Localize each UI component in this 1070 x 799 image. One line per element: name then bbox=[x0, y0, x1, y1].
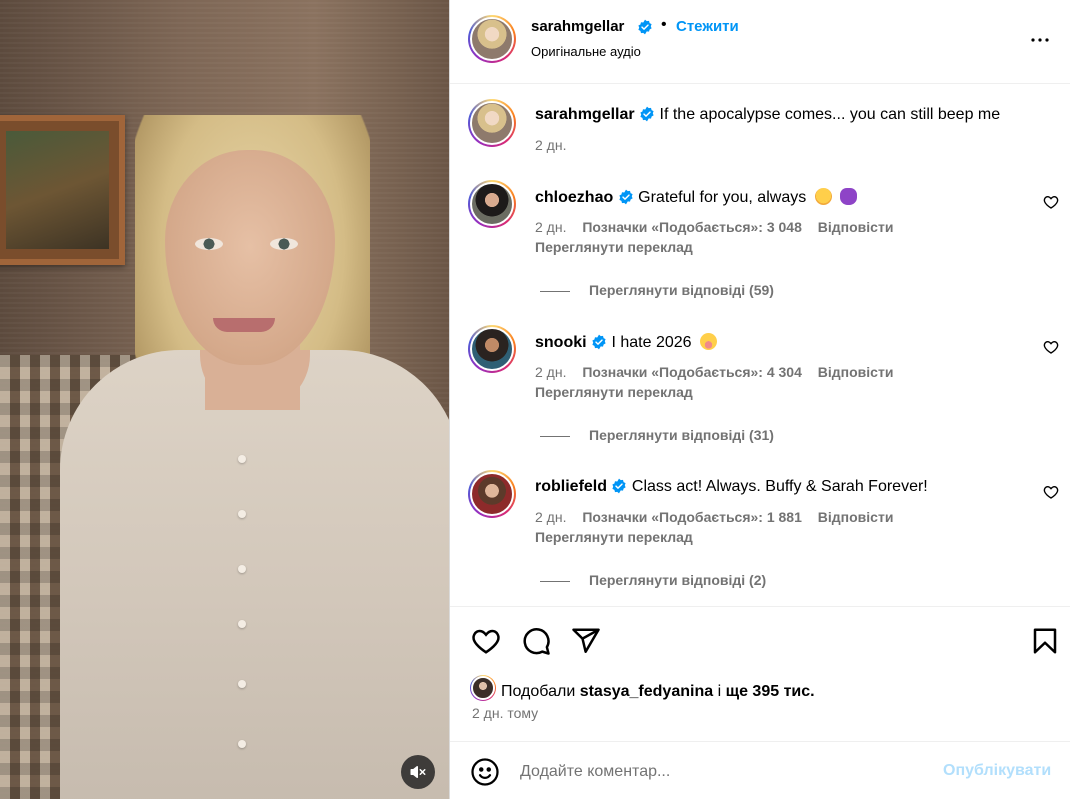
mute-button[interactable] bbox=[401, 755, 435, 789]
comment-likes-count[interactable]: Позначки «Подобається»: 4 304 bbox=[582, 364, 802, 380]
see-translation-link[interactable]: Переглянути переклад bbox=[535, 239, 693, 255]
comment-body: Grateful for you, always bbox=[638, 189, 807, 206]
reply-button[interactable]: Відповісти bbox=[818, 364, 894, 380]
face-holding-back-tears-emoji bbox=[814, 188, 832, 205]
purple-bear-emoji bbox=[840, 188, 858, 205]
likes-others-link[interactable]: ще 395 тис. bbox=[726, 683, 815, 700]
original-audio-link[interactable]: Оригінальне аудіо bbox=[531, 44, 641, 59]
wall-painting bbox=[0, 115, 125, 265]
follow-button[interactable]: Стежити bbox=[676, 18, 739, 35]
comment-input[interactable] bbox=[520, 758, 920, 786]
cardigan-button bbox=[238, 680, 246, 688]
comment-meta: 2 дн. Позначки «Подобається»: 4 304 Відп… bbox=[535, 364, 905, 380]
separator-dot: • bbox=[661, 16, 667, 33]
heart-icon[interactable] bbox=[1043, 194, 1059, 210]
post-media-video[interactable] bbox=[0, 0, 449, 799]
commenter-avatar[interactable] bbox=[468, 180, 516, 228]
comment-meta: 2 дн. Позначки «Подобається»: 3 048 Відп… bbox=[535, 219, 905, 235]
comment-text: chloezhao Grateful for you, always bbox=[535, 188, 858, 207]
verified-badge-icon bbox=[612, 478, 627, 494]
comment-likes-count[interactable]: Позначки «Подобається»: 1 881 bbox=[582, 509, 802, 525]
person-eye-right bbox=[270, 238, 298, 250]
comments-list[interactable]: sarahmgellar If the apocalypse comes... … bbox=[450, 85, 1070, 605]
post-date[interactable]: 2 дн. тому bbox=[472, 705, 538, 721]
cardigan-button bbox=[238, 510, 246, 518]
add-comment-bar: Опублікувати bbox=[450, 741, 1070, 799]
cardigan-button bbox=[238, 740, 246, 748]
comment-body: I hate 2026 bbox=[611, 334, 692, 351]
comment-meta: 2 дн. Позначки «Подобається»: 1 881 Відп… bbox=[535, 509, 905, 525]
mute-icon bbox=[410, 766, 426, 778]
heart-icon[interactable] bbox=[1043, 484, 1059, 500]
view-replies-link[interactable]: Переглянути відповіді (59) bbox=[540, 282, 774, 298]
flushed-face-emoji bbox=[700, 333, 717, 350]
cardigan-button bbox=[238, 565, 246, 573]
view-replies-link[interactable]: Переглянути відповіді (2) bbox=[540, 572, 766, 588]
comment-username[interactable]: snooki bbox=[535, 334, 587, 351]
view-replies-link[interactable]: Переглянути відповіді (31) bbox=[540, 427, 774, 443]
person-eye-left bbox=[195, 238, 223, 250]
person-mouth bbox=[213, 318, 275, 332]
liker-avatar[interactable] bbox=[470, 675, 496, 701]
author-avatar[interactable] bbox=[468, 99, 516, 147]
share-icon[interactable] bbox=[571, 626, 601, 656]
comment-text: snooki I hate 2026 bbox=[535, 333, 717, 352]
caption-time: 2 дн. bbox=[535, 137, 567, 153]
comment-icon[interactable] bbox=[521, 626, 551, 656]
comment-text: robliefeld Class act! Always. Buffy & Sa… bbox=[535, 478, 928, 496]
caption-username[interactable]: sarahmgellar bbox=[535, 106, 635, 123]
emoji-smile-icon[interactable] bbox=[470, 757, 500, 787]
cardigan-button bbox=[238, 455, 246, 463]
liker-username[interactable]: stasya_fedyanina bbox=[580, 683, 713, 700]
post-header: sarahmgellar • Стежити Оригінальне аудіо bbox=[450, 0, 1070, 84]
comment-body: Class act! Always. Buffy & Sarah Forever… bbox=[631, 478, 928, 495]
commenter-avatar[interactable] bbox=[468, 325, 516, 373]
caption-text: sarahmgellar If the apocalypse comes... … bbox=[535, 106, 1000, 124]
post-side-panel: sarahmgellar • Стежити Оригінальне аудіо… bbox=[449, 0, 1070, 799]
verified-badge-icon bbox=[592, 334, 606, 350]
verified-badge-icon bbox=[619, 189, 633, 205]
reply-button[interactable]: Відповісти bbox=[818, 219, 894, 235]
person-cardigan bbox=[60, 350, 449, 799]
more-options-icon[interactable] bbox=[1028, 28, 1052, 52]
comment-username[interactable]: chloezhao bbox=[535, 189, 613, 206]
likes-mid: і bbox=[717, 683, 722, 700]
caption-meta: 2 дн. bbox=[535, 137, 578, 153]
author-avatar[interactable] bbox=[468, 15, 516, 63]
reply-button[interactable]: Відповісти bbox=[818, 509, 894, 525]
comment-time: 2 дн. bbox=[535, 364, 567, 380]
bookmark-icon[interactable] bbox=[1030, 626, 1060, 656]
see-translation-link[interactable]: Переглянути переклад bbox=[535, 529, 693, 545]
likes-prefix: Подобали bbox=[501, 683, 576, 700]
see-translation-link[interactable]: Переглянути переклад bbox=[535, 384, 693, 400]
comment-likes-count[interactable]: Позначки «Подобається»: 3 048 bbox=[582, 219, 802, 235]
verified-badge-icon bbox=[640, 106, 654, 122]
comment-time: 2 дн. bbox=[535, 509, 567, 525]
verified-badge-icon bbox=[638, 19, 652, 35]
publish-button[interactable]: Опублікувати bbox=[943, 762, 1051, 780]
comment-time: 2 дн. bbox=[535, 219, 567, 235]
heart-icon[interactable] bbox=[471, 626, 501, 656]
caption-body: If the apocalypse comes... you can still… bbox=[659, 106, 1001, 123]
cardigan-button bbox=[238, 620, 246, 628]
author-username[interactable]: sarahmgellar bbox=[531, 18, 624, 35]
likes-summary: Подобали stasya_fedyanina і ще 395 тис. bbox=[501, 683, 815, 701]
comment-username[interactable]: robliefeld bbox=[535, 478, 607, 495]
heart-icon[interactable] bbox=[1043, 339, 1059, 355]
commenter-avatar[interactable] bbox=[468, 470, 516, 518]
post-actions: Подобали stasya_fedyanina і ще 395 тис. … bbox=[450, 606, 1070, 741]
